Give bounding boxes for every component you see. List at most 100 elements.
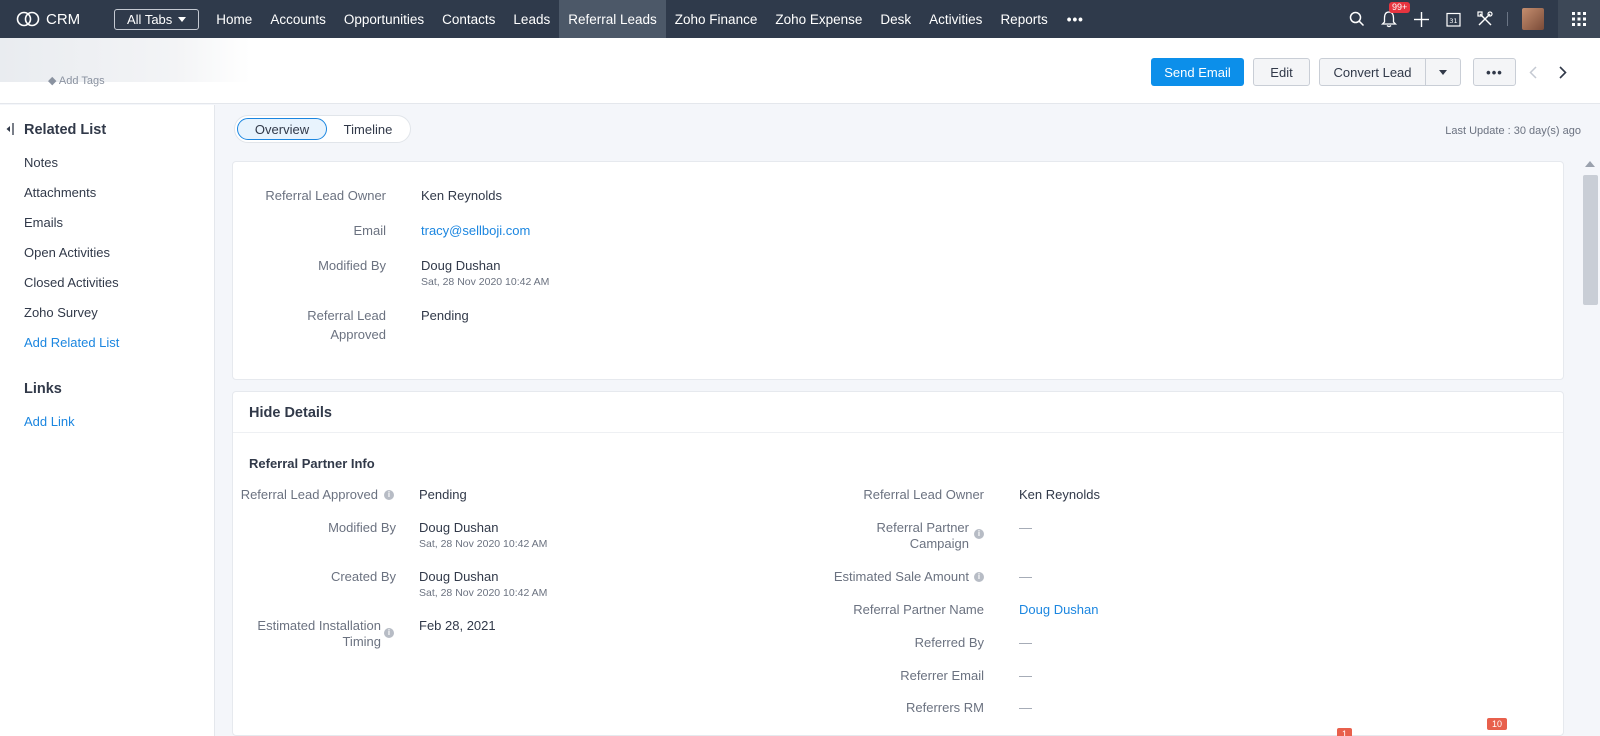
plus-icon [1413,11,1429,27]
referred-by-label: Referred By [914,635,984,650]
related-list-sidebar: Related List Notes Attachments Emails Op… [0,105,215,736]
more-actions-button[interactable]: ••• [1473,58,1516,86]
referrers-rm-value: — [1019,700,1032,715]
summary-modified-value: Doug Dushan [421,258,501,273]
info-icon[interactable]: i [384,490,394,500]
referral-partner-campaign-value: — [1019,520,1032,535]
add-link-link[interactable]: Add Link [24,414,75,429]
grid-icon [1572,12,1586,26]
tab-desk[interactable]: Desk [871,0,920,38]
collapse-sidebar-button[interactable] [6,123,14,138]
referrer-email-value: — [1019,668,1032,683]
sidebar-item-open-activities[interactable]: Open Activities [24,245,110,260]
more-tabs-button[interactable]: ••• [1057,0,1094,38]
apps-grid-button[interactable] [1558,0,1600,38]
estimated-installation-label-line2: Timing [342,634,381,649]
calendar-button[interactable]: 31 [1437,0,1469,38]
tab-referral-leads[interactable]: Referral Leads [559,0,666,38]
summary-modified-date: Sat, 28 Nov 2020 10:42 AM [421,276,550,288]
summary-owner-value: Ken Reynolds [421,188,502,203]
convert-lead-button[interactable]: Convert Lead [1319,58,1426,86]
send-email-button[interactable]: Send Email [1151,58,1244,86]
sidebar-item-attachments[interactable]: Attachments [24,185,96,200]
tab-contacts[interactable]: Contacts [433,0,504,38]
info-icon[interactable]: i [974,529,984,539]
all-tabs-dropdown[interactable]: All Tabs [114,8,200,30]
sidebar-item-zoho-survey[interactable]: Zoho Survey [24,305,98,320]
summary-email-label: Email [353,223,386,238]
referral-lead-approved-label: Referral Lead Approved [240,487,378,502]
tab-opportunities[interactable]: Opportunities [335,0,433,38]
tab-leads[interactable]: Leads [504,0,559,38]
estimated-installation-value: Feb 28, 2021 [419,618,496,633]
nav-separator [1507,12,1508,26]
related-list-title: Related List [24,122,107,138]
add-related-list-link[interactable]: Add Related List [24,335,119,350]
tab-zoho-finance[interactable]: Zoho Finance [666,0,767,38]
tab-accounts[interactable]: Accounts [261,0,335,38]
edit-button[interactable]: Edit [1253,58,1310,86]
create-button[interactable] [1405,0,1437,38]
created-by-value: Doug Dushan [419,569,499,584]
sidebar-item-emails[interactable]: Emails [24,215,63,230]
referral-partner-info-title: Referral Partner Info [249,456,375,471]
referral-lead-approved-value: Pending [419,487,467,502]
created-by-label: Created By [330,569,396,584]
referral-partner-name-link[interactable]: Doug Dushan [1019,600,1099,619]
crm-logo[interactable]: CRM [16,11,98,28]
referred-by-value: — [1019,635,1032,650]
notifications-button[interactable]: 99+ [1373,0,1411,38]
referral-partner-name-label: Referral Partner Name [853,602,984,617]
tab-zoho-expense[interactable]: Zoho Expense [766,0,871,38]
summary-approved-label-line2: Approved [330,327,386,342]
sidebar-item-notes[interactable]: Notes [24,155,58,170]
details-card: Hide Details Referral Partner Info Refer… [232,391,1564,736]
tab-home[interactable]: Home [207,0,261,38]
add-tags-link[interactable]: ◆ Add Tags [48,74,105,87]
chevron-right-icon [1559,65,1567,79]
referrer-email-label: Referrer Email [900,668,984,683]
scroll-up-arrow-icon[interactable] [1585,161,1595,167]
links-title: Links [24,381,62,397]
timeline-toggle[interactable]: Timeline [331,118,405,140]
info-icon[interactable]: i [974,572,984,582]
created-by-date: Sat, 28 Nov 2020 10:42 AM [419,587,548,599]
overview-toggle[interactable]: Overview [237,118,327,140]
bell-icon [1381,10,1397,27]
messages-badge[interactable]: 10 [1487,718,1508,730]
chat-badge[interactable]: 1 [1337,728,1353,736]
setup-button[interactable] [1469,0,1501,38]
next-record-button[interactable] [1553,61,1573,83]
hide-details-toggle[interactable]: Hide Details [249,405,332,421]
top-navigation: CRM All Tabs Home Accounts Opportunities… [0,0,1600,38]
scroll-thumb[interactable] [1583,175,1598,305]
logo-text: CRM [46,10,81,28]
view-toggle: Overview Timeline [234,115,411,143]
record-header: ◆ Add Tags Send Email Edit Convert Lead … [0,38,1600,104]
convert-options-button[interactable] [1425,58,1461,86]
modified-by-value: Doug Dushan [419,520,499,535]
details-divider [233,432,1563,433]
calendar-day: 31 [1449,17,1457,25]
tools-icon [1477,11,1493,26]
search-icon [1349,11,1365,27]
summary-email-link[interactable]: tracy@sellboji.com [421,221,530,240]
zoho-logo-icon [16,11,40,27]
user-avatar[interactable] [1522,8,1544,30]
all-tabs-label: All Tabs [127,11,173,27]
tab-activities[interactable]: Activities [920,0,991,38]
caret-down-icon [178,16,187,22]
collapse-left-icon [6,123,14,135]
info-icon[interactable]: i [384,628,394,638]
summary-card: Referral Lead Owner Ken Reynolds Email t… [232,161,1564,380]
search-button[interactable] [1341,0,1373,38]
tag-icon: ◆ [48,75,59,87]
summary-approved-value: Pending [421,308,469,323]
module-tabs: Home Accounts Opportunities Contacts Lea… [207,0,1094,38]
previous-record-button[interactable] [1523,61,1543,83]
referral-lead-owner-label: Referral Lead Owner [863,487,984,502]
content-scrollbar[interactable] [1580,157,1600,736]
tab-reports[interactable]: Reports [991,0,1056,38]
sidebar-item-closed-activities[interactable]: Closed Activities [24,275,119,290]
summary-approved-label-line1: Referral Lead [307,308,386,323]
